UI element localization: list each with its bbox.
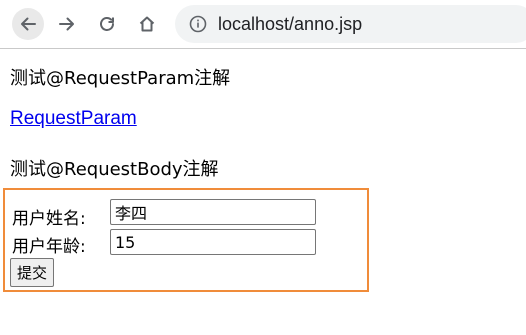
request-body-heading: 测试@RequestBody注解 [10,159,219,180]
reload-icon [100,17,114,31]
home-icon [139,16,155,32]
forward-icon [59,17,74,31]
url-text[interactable]: localhost/anno.jsp [218,14,362,35]
back-icon [21,17,36,31]
request-body-form: 用户姓名: 用户年龄: 提交 [3,188,369,292]
forward-button[interactable] [51,8,83,40]
request-param-heading: 测试@RequestParam注解 [10,68,231,89]
submit-button[interactable]: 提交 [10,258,55,287]
user-age-label: 用户年龄: [12,237,86,257]
info-icon[interactable] [189,15,207,33]
request-param-link-wrapper: RequestParam [10,108,137,130]
address-bar[interactable]: localhost/anno.jsp [175,5,526,43]
request-param-link[interactable]: RequestParam [10,108,137,129]
reload-button[interactable] [91,8,123,40]
user-name-input[interactable] [110,199,316,225]
home-button[interactable] [131,8,163,40]
user-age-input[interactable] [110,229,316,255]
user-name-label: 用户姓名: [12,209,86,229]
browser-toolbar: localhost/anno.jsp [0,0,526,49]
back-button[interactable] [12,8,44,40]
